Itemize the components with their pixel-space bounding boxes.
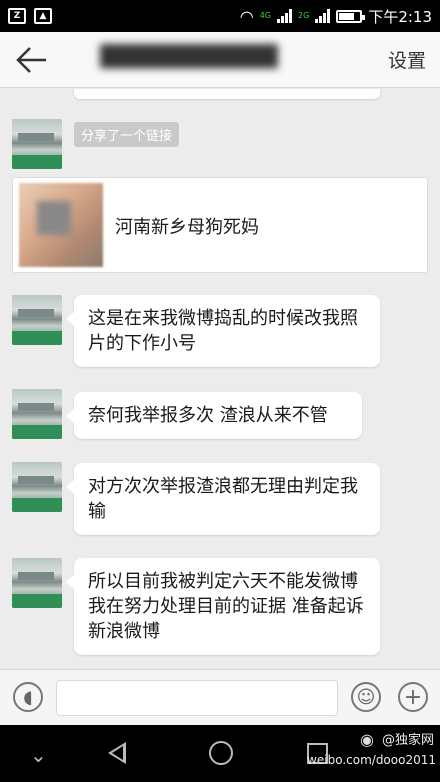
voice-icon: ◖: [23, 686, 33, 708]
avatar[interactable]: [12, 389, 62, 439]
emoji-button[interactable]: ☺: [351, 682, 381, 712]
voice-input-button[interactable]: ◖: [13, 682, 43, 712]
input-bar: ◖ ☺ +: [0, 669, 440, 725]
status-time: 下午2:13: [368, 7, 432, 26]
plus-icon: +: [403, 684, 423, 710]
status-left: Z ▲: [8, 8, 52, 24]
link-title: 河南新乡母狗死妈: [115, 217, 259, 238]
nav-home-icon[interactable]: [209, 741, 233, 765]
watermark-url: weibo.com/dooo2011: [307, 753, 436, 767]
avatar[interactable]: [12, 119, 62, 169]
chat-header: ███████████ 设置: [0, 32, 440, 88]
signal-icon-2: [315, 9, 331, 23]
hide-keyboard-icon[interactable]: ⌄: [30, 743, 47, 767]
status-bar: Z ▲ ◠ 4G 2G 下午2:13: [0, 0, 440, 32]
chat-title: ███████████: [100, 44, 278, 68]
nav-back-icon[interactable]: [108, 742, 126, 764]
message-bubble[interactable]: 这是在来我微博捣乱的时候改我照片的下作小号: [66, 295, 380, 367]
image-notification-icon: ▲: [34, 8, 52, 24]
smiley-icon: ☺: [356, 686, 376, 708]
network-label-1: 4G: [259, 11, 272, 20]
message-bubble[interactable]: 奈何我举报多次 渣浪从来不管: [66, 392, 362, 439]
more-button[interactable]: +: [398, 682, 428, 712]
previous-message-bubble: [74, 89, 380, 99]
avatar[interactable]: [12, 462, 62, 512]
shared-link-card[interactable]: 河南新乡母狗死妈: [12, 177, 428, 273]
wifi-icon: ◠: [239, 6, 254, 26]
message-bubble[interactable]: 对方次次举报渣浪都无理由判定我输: [66, 463, 380, 535]
avatar[interactable]: [12, 558, 62, 608]
network-label-2: 2G: [298, 11, 310, 20]
link-thumbnail: [19, 183, 103, 267]
settings-button[interactable]: 设置: [388, 46, 426, 73]
status-right: ◠ 4G 2G 下午2:13: [240, 6, 432, 27]
signal-icon-1: [277, 9, 293, 23]
notification-icon: Z: [8, 8, 26, 24]
share-label: 分享了一个链接: [74, 122, 180, 147]
battery-icon: [336, 9, 366, 23]
watermark-brand: @独家网: [381, 733, 434, 748]
avatar[interactable]: [12, 295, 62, 345]
chat-area[interactable]: 分享了一个链接 河南新乡母狗死妈 这是在来我微博捣乱的时候改我照片的下作小号 奈…: [0, 89, 440, 669]
back-arrow-icon[interactable]: [14, 44, 50, 76]
message-bubble[interactable]: 所以目前我被判定六天不能发微博 我在努力处理目前的证据 准备起诉新浪微博: [66, 558, 380, 655]
message-input[interactable]: [56, 680, 338, 716]
system-nav-bar: ⌄ ◉ @独家网 weibo.com/dooo2011: [0, 725, 440, 782]
